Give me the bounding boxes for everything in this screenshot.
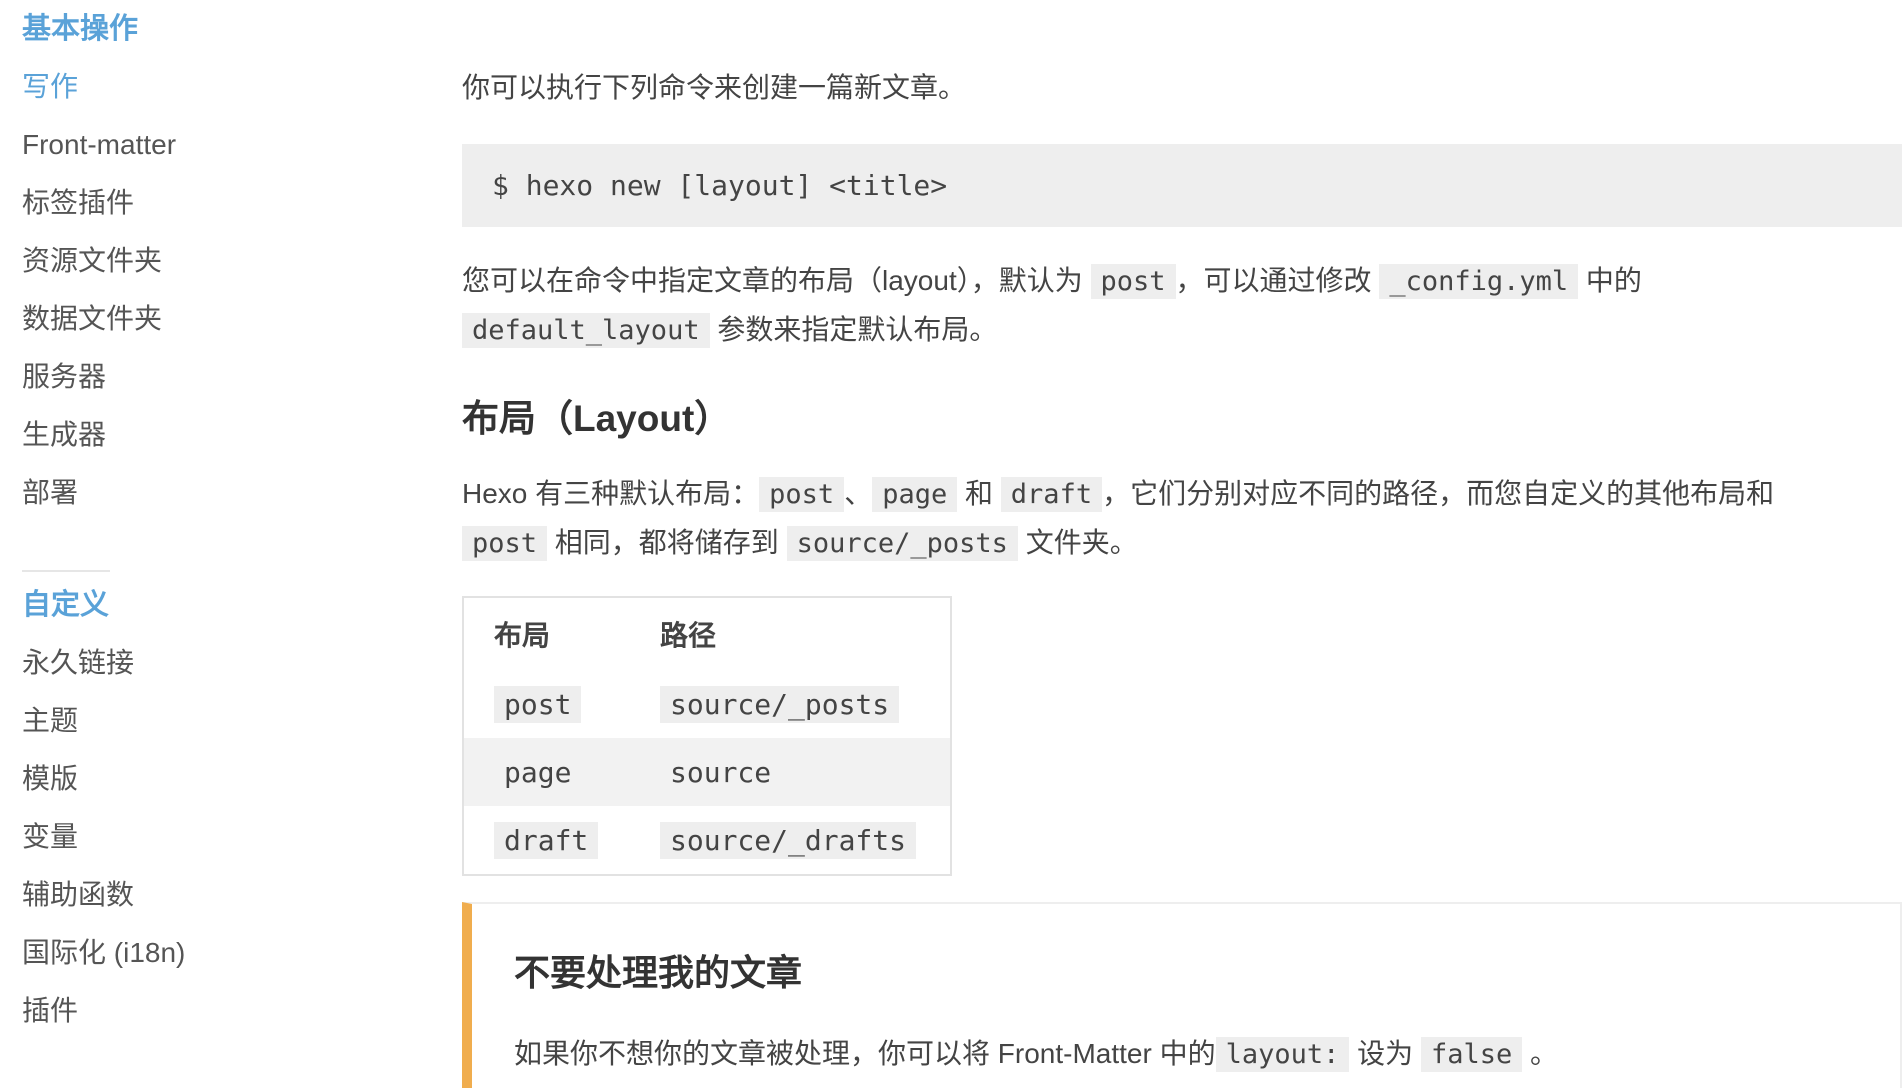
sidebar-divider: [22, 570, 110, 572]
table-cell-layout: page: [463, 738, 630, 806]
note-text-2: 设为: [1349, 1038, 1421, 1069]
inline-code-default-layout: default_layout: [462, 313, 710, 348]
sidebar-nav: 基本操作 写作 Front-matter 标签插件 资源文件夹 数据文件夹 服务…: [22, 0, 322, 1040]
hexo-text-1: Hexo 有三种默认布局：: [462, 478, 760, 509]
sidebar-group-basic: 写作 Front-matter 标签插件 资源文件夹 数据文件夹 服务器 生成器…: [22, 58, 322, 522]
inline-code-post-2: post: [462, 526, 548, 561]
sidebar-item-server[interactable]: 服务器: [22, 348, 322, 406]
command-code-block: $ hexo new [layout] <title>: [462, 144, 1902, 227]
sidebar-item-generator[interactable]: 生成器: [22, 406, 322, 464]
inline-code-page: page: [872, 477, 958, 512]
inline-code-draft: draft: [1000, 477, 1103, 512]
note-text-3: 。: [1522, 1038, 1559, 1069]
table-cell-code: source: [670, 755, 772, 789]
note-title: 不要处理我的文章: [514, 952, 803, 993]
layout-paragraph: 您可以在命令中指定文章的布局（layout），默认为 post ，可以通过修改 _…: [462, 257, 1902, 355]
note-text-1: 如果你不想你的文章被处理，你可以将 Front-Matter 中的: [514, 1038, 1216, 1069]
inline-code-config: _config.yml: [1379, 264, 1579, 299]
table-cell-path: source: [630, 738, 951, 806]
sidebar-item-permalinks[interactable]: 永久链接: [22, 634, 322, 692]
hexo-text-3: 和: [957, 478, 1001, 509]
sidebar-item-tag-plugins[interactable]: 标签插件: [22, 174, 322, 232]
sidebar-item-plugins[interactable]: 插件: [22, 982, 322, 1040]
table-row: draft source/_drafts: [463, 806, 951, 875]
sidebar-item-variables[interactable]: 变量: [22, 808, 322, 866]
table-cell-layout: draft: [463, 806, 630, 875]
table-cell-code: draft: [494, 821, 599, 859]
table-cell-code: source/_drafts: [660, 821, 917, 859]
inline-code-source-posts: source/_posts: [786, 526, 1018, 561]
layout-path-table: 布局 路径 post source/_posts page source dra…: [462, 596, 952, 876]
intro-paragraph: 你可以执行下列命令来创建一篇新文章。: [462, 72, 967, 103]
sidebar-item-writing[interactable]: 写作: [22, 58, 322, 116]
hexo-text-6: 文件夹。: [1017, 527, 1138, 558]
sidebar-item-data-files[interactable]: 数据文件夹: [22, 290, 322, 348]
sidebar-item-themes[interactable]: 主题: [22, 692, 322, 750]
inline-code-layout-key: layout:: [1215, 1037, 1350, 1072]
inline-code-false: false: [1420, 1037, 1523, 1072]
warning-note: 不要处理我的文章 如果你不想你的文章被处理，你可以将 Front-Matter …: [462, 902, 1902, 1088]
layout-text-3: 中的: [1578, 265, 1642, 296]
sidebar-item-templates[interactable]: 模版: [22, 750, 322, 808]
table-header-layout: 布局: [494, 620, 551, 651]
hexo-text-5: 相同，都将储存到: [547, 527, 787, 558]
hexo-layout-paragraph: Hexo 有三种默认布局： post、 page 和 draft ，它们分别对应不同的…: [462, 470, 1902, 568]
sidebar-group-title-customization: 自定义: [22, 589, 110, 621]
table-cell-code: source/_posts: [660, 685, 900, 723]
table-cell-code: post: [494, 685, 582, 723]
table-cell-layout: post: [463, 670, 630, 738]
sidebar-item-asset-folders[interactable]: 资源文件夹: [22, 232, 322, 290]
sidebar-group-title-basic: 基本操作: [22, 13, 139, 45]
table-row: page source: [463, 738, 951, 806]
table-cell-path: source/_drafts: [630, 806, 951, 875]
table-header-path: 路径: [660, 620, 717, 651]
sidebar-item-helpers[interactable]: 辅助函数: [22, 866, 322, 924]
layout-text-4: 参数来指定默认布局。: [709, 314, 998, 345]
sidebar-item-front-matter[interactable]: Front-matter: [22, 116, 322, 174]
table-header-row: 布局 路径: [463, 597, 951, 670]
note-body: 如果你不想你的文章被处理，你可以将 Front-Matter 中的 layout:…: [514, 1030, 1558, 1079]
table-row: post source/_posts: [463, 670, 951, 738]
inline-code-post: post: [1090, 264, 1176, 299]
hexo-text-4: ，它们分别对应不同的路径，而您自定义的其他布局和: [1102, 478, 1775, 509]
layout-text-2: ，可以通过修改: [1175, 265, 1380, 296]
table-cell-code: page: [504, 755, 572, 789]
inline-code-post: post: [759, 477, 845, 512]
section-heading-layout: 布局（Layout）: [462, 398, 732, 439]
sidebar-item-deployment[interactable]: 部署: [22, 464, 322, 522]
sidebar-group-customization: 永久链接 主题 模版 变量 辅助函数 国际化 (i18n) 插件: [22, 634, 322, 1040]
docs-page: 基本操作 写作 Front-matter 标签插件 资源文件夹 数据文件夹 服务…: [0, 0, 1902, 1088]
sidebar-item-i18n[interactable]: 国际化 (i18n): [22, 924, 322, 982]
layout-text-1: 您可以在命令中指定文章的布局（layout），默认为: [462, 265, 1091, 296]
table-cell-path: source/_posts: [630, 670, 951, 738]
hexo-text-2: 、: [844, 478, 873, 509]
